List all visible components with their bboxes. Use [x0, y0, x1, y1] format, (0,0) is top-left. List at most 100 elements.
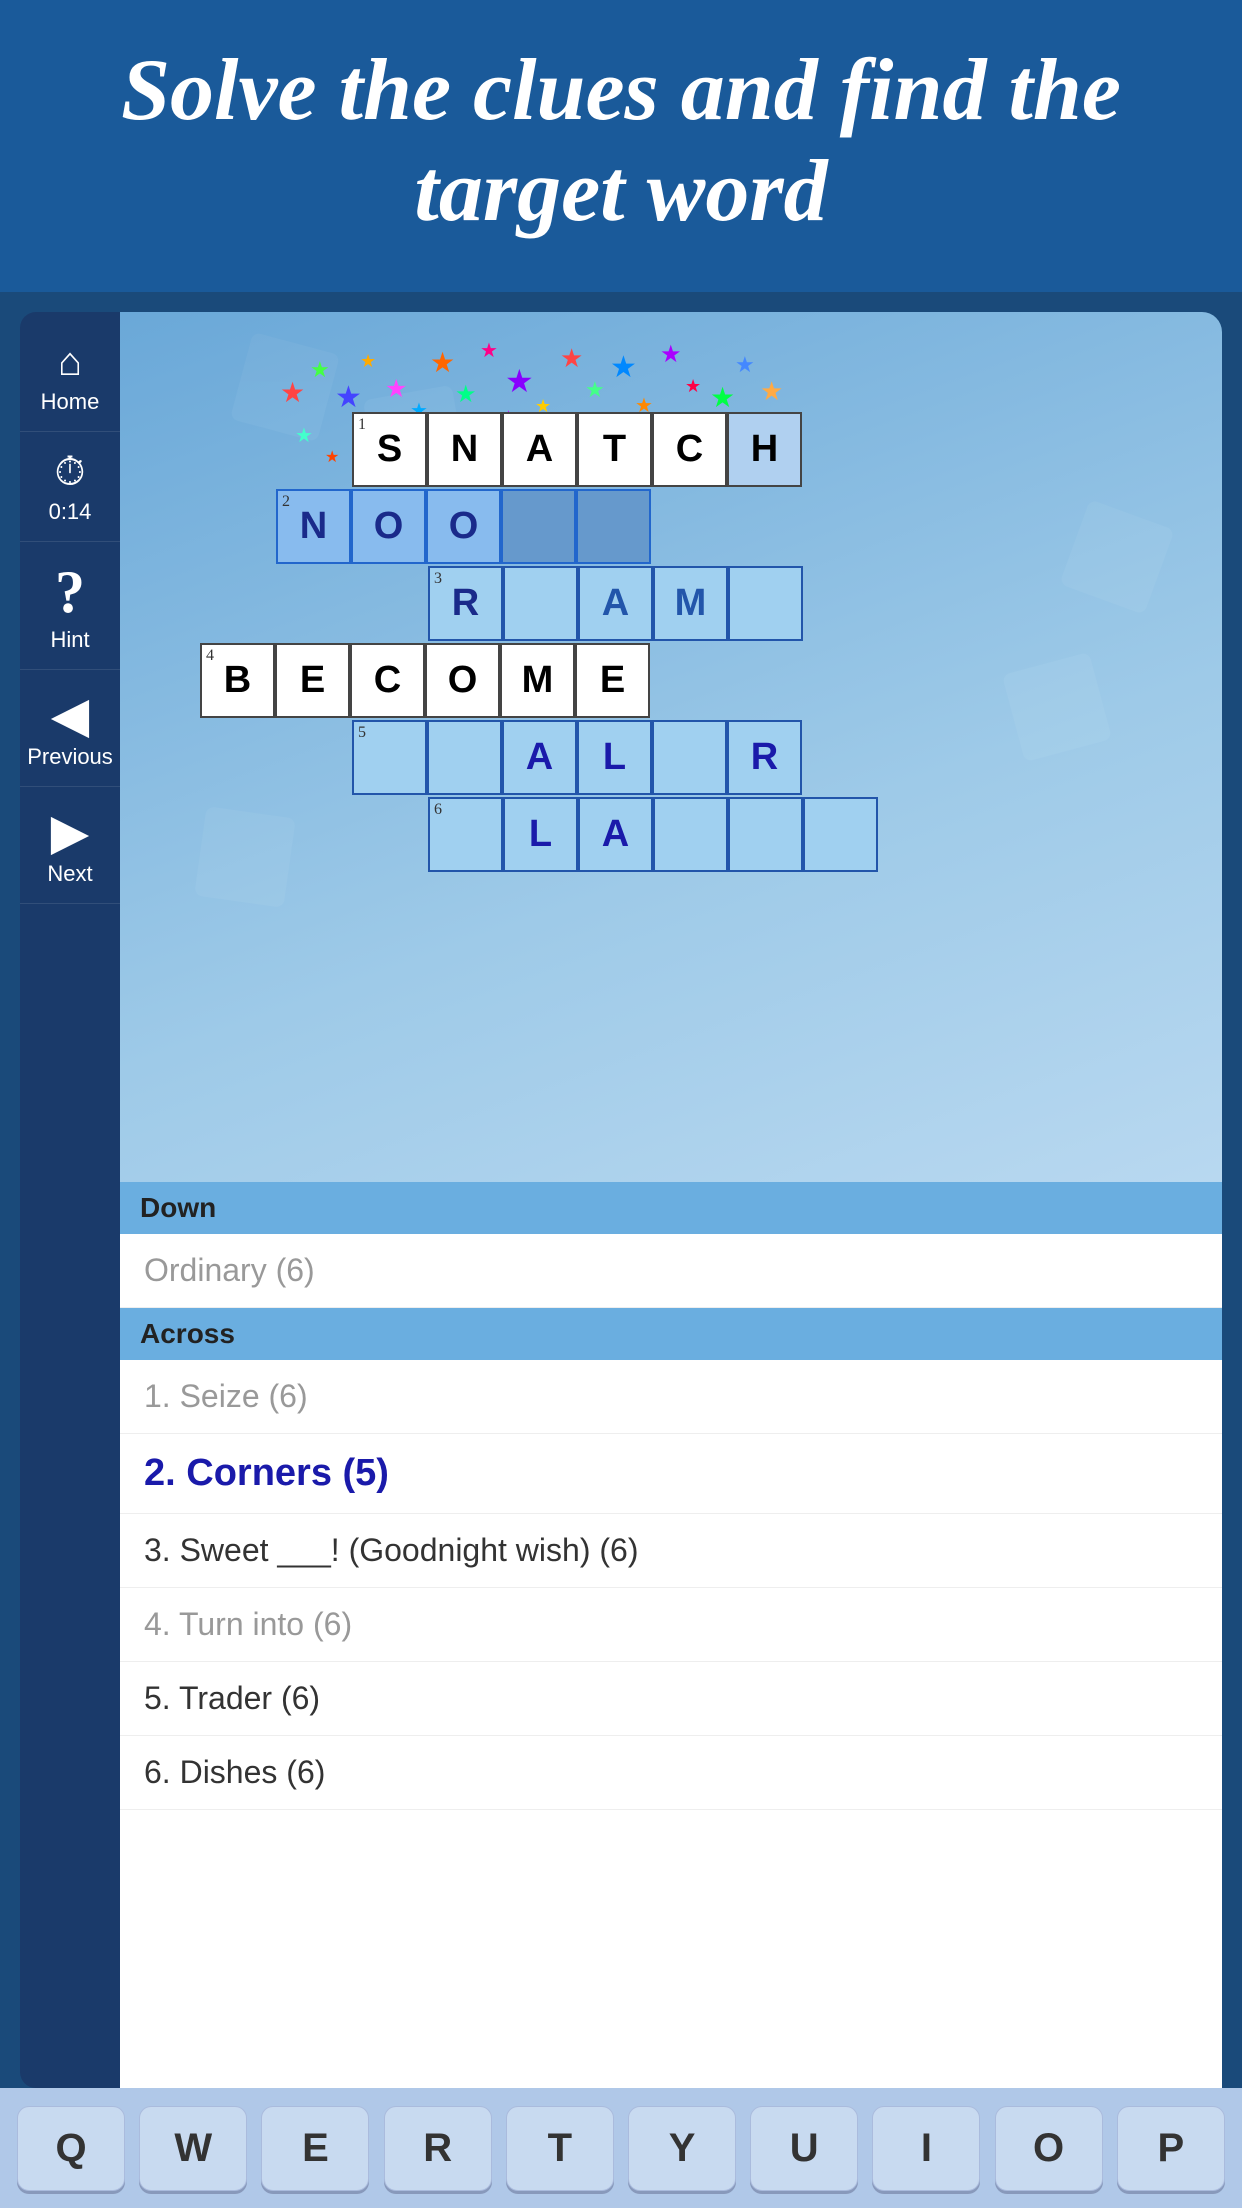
cell-2-n[interactable]: 2N	[276, 489, 351, 564]
cell-2-blank2[interactable]	[576, 489, 651, 564]
cell-5-blank1[interactable]: 5	[352, 720, 427, 795]
clue-across-2[interactable]: 2. Corners (5)	[120, 1434, 1222, 1514]
grid-row-6: 6 L A	[428, 797, 878, 872]
cell-5-a[interactable]: A	[502, 720, 577, 795]
key-u[interactable]: U	[750, 2106, 858, 2191]
middle-section: ⌂ Home ⏱ 0:14 ? Hint ◀ Previous ▶ Next	[0, 292, 1242, 2088]
previous-label: Previous	[27, 744, 113, 770]
svg-text:★: ★	[585, 377, 605, 402]
cell-1-s[interactable]: 1S	[352, 412, 427, 487]
cell-4-m[interactable]: M	[500, 643, 575, 718]
clue-across-3[interactable]: 3. Sweet ___! (Goodnight wish) (6)	[120, 1514, 1222, 1588]
cell-4-o[interactable]: O	[425, 643, 500, 718]
clue-across-1[interactable]: 1. Seize (6)	[120, 1360, 1222, 1434]
grid-row-5: 5 A L R	[352, 720, 802, 795]
cell-1-n[interactable]: N	[427, 412, 502, 487]
hint-label: Hint	[50, 627, 89, 653]
svg-text:★: ★	[325, 449, 339, 466]
cell-1-h[interactable]: H	[727, 412, 802, 487]
cell-5-l[interactable]: L	[577, 720, 652, 795]
cell-1-a[interactable]: A	[502, 412, 577, 487]
cell-2-o1[interactable]: O	[351, 489, 426, 564]
cell-6-blank2[interactable]	[653, 797, 728, 872]
svg-text:★: ★	[660, 342, 682, 368]
clue-down-1-text: Ordinary (6)	[144, 1252, 315, 1288]
svg-text:★: ★	[360, 351, 376, 371]
cell-3-a[interactable]: A	[578, 566, 653, 641]
next-button[interactable]: ▶ Next	[20, 787, 120, 904]
svg-text:★: ★	[455, 382, 477, 408]
clue-across-6-text: 6. Dishes (6)	[144, 1754, 325, 1790]
svg-text:★: ★	[760, 377, 783, 406]
svg-text:★: ★	[610, 351, 637, 384]
grid-row-3: 3R A M	[428, 566, 803, 641]
clue-across-5-text: 5. Trader (6)	[144, 1680, 320, 1716]
grid-row-1: 1S N A T C H	[352, 412, 802, 487]
key-y[interactable]: Y	[628, 2106, 736, 2191]
svg-text:★: ★	[710, 383, 735, 414]
svg-text:★: ★	[335, 381, 362, 414]
cell-5-blank3[interactable]	[652, 720, 727, 795]
clue-across-4[interactable]: 4. Turn into (6)	[120, 1588, 1222, 1662]
key-w[interactable]: W	[139, 2106, 247, 2191]
timer-value: 0:14	[49, 499, 92, 525]
across-header: Across	[120, 1308, 1222, 1360]
cell-1-c[interactable]: C	[652, 412, 727, 487]
question-icon: ?	[55, 558, 85, 627]
next-label: Next	[47, 861, 92, 887]
cell-3-blank2[interactable]	[728, 566, 803, 641]
svg-text:★: ★	[280, 378, 305, 409]
cell-2-o2[interactable]: O	[426, 489, 501, 564]
cell-3-r[interactable]: 3R	[428, 566, 503, 641]
key-r[interactable]: R	[384, 2106, 492, 2191]
clue-across-4-text: 4. Turn into (6)	[144, 1606, 352, 1642]
cell-3-m[interactable]: M	[653, 566, 728, 641]
svg-text:★: ★	[295, 425, 313, 447]
cell-1-t[interactable]: T	[577, 412, 652, 487]
cell-5-blank2[interactable]	[427, 720, 502, 795]
previous-button[interactable]: ◀ Previous	[20, 670, 120, 787]
grid-row-4: 4B E C O M E	[200, 643, 650, 718]
svg-text:★: ★	[685, 376, 701, 396]
clue-down-1[interactable]: Ordinary (6)	[120, 1234, 1222, 1308]
header: Solve the clues and find the target word	[0, 0, 1242, 292]
hint-button[interactable]: ? Hint	[20, 542, 120, 670]
sidebar: ⌂ Home ⏱ 0:14 ? Hint ◀ Previous ▶ Next	[20, 312, 120, 2088]
clue-across-6[interactable]: 6. Dishes (6)	[120, 1736, 1222, 1810]
cell-5-r[interactable]: R	[727, 720, 802, 795]
svg-text:★: ★	[385, 376, 407, 403]
clue-across-5[interactable]: 5. Trader (6)	[120, 1662, 1222, 1736]
home-button[interactable]: ⌂ Home	[20, 322, 120, 432]
keyboard-area: Q W E R T Y U I O P	[0, 2088, 1242, 2208]
clue-across-2-text: 2. Corners (5)	[144, 1452, 389, 1494]
right-arrow-icon: ▶	[51, 803, 89, 861]
clue-across-3-text: 3. Sweet ___! (Goodnight wish) (6)	[144, 1532, 638, 1568]
home-label: Home	[41, 389, 100, 415]
cell-4-e1[interactable]: E	[275, 643, 350, 718]
clue-across-1-text: 1. Seize (6)	[144, 1378, 308, 1414]
svg-text:★: ★	[430, 348, 455, 379]
cell-6-a[interactable]: A	[578, 797, 653, 872]
cell-6-blank1[interactable]: 6	[428, 797, 503, 872]
cell-3-blank[interactable]	[503, 566, 578, 641]
key-e[interactable]: E	[261, 2106, 369, 2191]
cell-6-blank3[interactable]	[728, 797, 803, 872]
cell-6-blank4[interactable]	[803, 797, 878, 872]
page-layout: Solve the clues and find the target word…	[0, 0, 1242, 2208]
svg-text:★: ★	[560, 344, 583, 373]
key-t[interactable]: T	[506, 2106, 614, 2191]
clues-panel: Down Ordinary (6) Across 1. Seize (6) 2.…	[120, 1182, 1222, 2088]
key-q[interactable]: Q	[17, 2106, 125, 2191]
cell-4-b[interactable]: 4B	[200, 643, 275, 718]
cell-4-c[interactable]: C	[350, 643, 425, 718]
key-p[interactable]: P	[1117, 2106, 1225, 2191]
key-o[interactable]: O	[995, 2106, 1103, 2191]
cell-6-l[interactable]: L	[503, 797, 578, 872]
svg-text:★: ★	[735, 352, 755, 377]
down-header: Down	[120, 1182, 1222, 1234]
key-i[interactable]: I	[872, 2106, 980, 2191]
cell-2-blank1[interactable]	[501, 489, 576, 564]
cell-4-e2[interactable]: E	[575, 643, 650, 718]
timer-display: ⏱ 0:14	[20, 432, 120, 542]
right-section: ★ ★ ★ ★ ★ ★ ★ ★ ★ ★ ★ ★ ★ ★ ★	[120, 312, 1222, 2088]
